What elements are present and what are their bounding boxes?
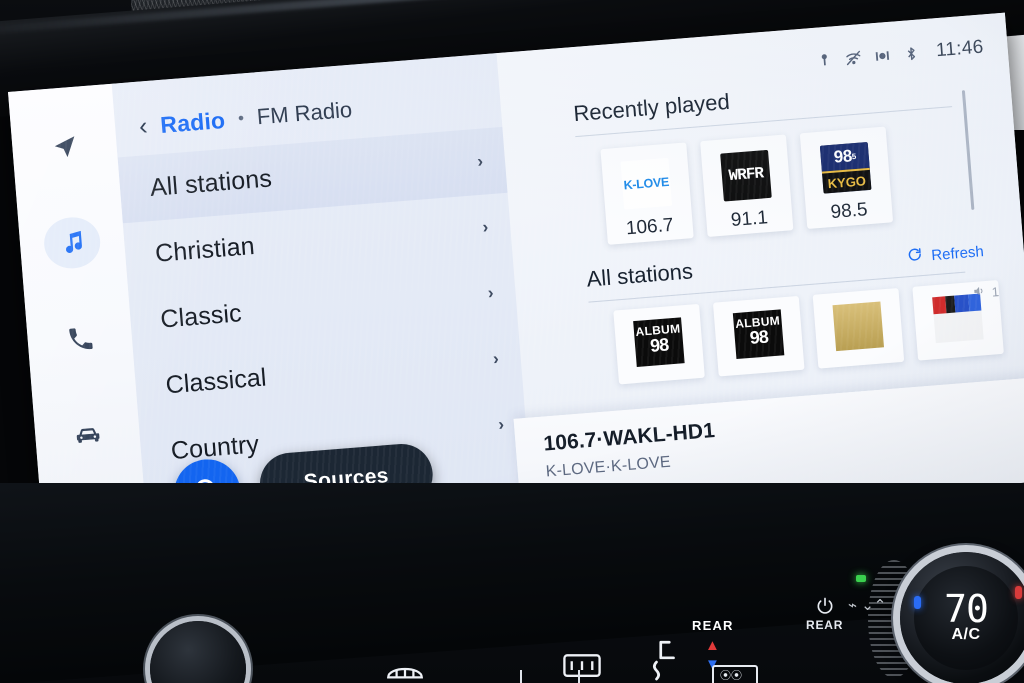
chevron-right-icon: › <box>487 283 495 303</box>
station-logo: WRFR <box>720 149 772 202</box>
logo-bar-blue <box>954 294 970 313</box>
chevron-left-icon[interactable]: ‹ <box>138 112 149 141</box>
infotainment-photo: ‹ Radio • FM Radio All stations › Christ… <box>0 0 1024 683</box>
phone-icon <box>65 325 94 354</box>
sidebar-item-vehicle[interactable] <box>58 408 118 463</box>
chevron-right-icon: › <box>497 414 505 435</box>
volume-icon <box>971 283 987 302</box>
section-title: All stations <box>585 258 694 292</box>
station-logo: 98 5 KYGO <box>819 141 872 194</box>
refresh-icon <box>907 246 925 267</box>
kygo-number: 98 <box>833 146 853 167</box>
rear-temp-label: REAR <box>692 618 734 633</box>
station-tile[interactable]: K-LOVE 106.7 <box>600 142 694 245</box>
list-item-label: Classical <box>164 362 268 399</box>
temperature-display: 70 A/C <box>914 566 1018 670</box>
kygo-decimal: 5 <box>851 151 857 161</box>
station-logo: ALBUM 98 <box>732 309 785 360</box>
navigation-arrow-icon <box>50 132 79 161</box>
temperature-knob[interactable]: 70 A/C <box>900 552 1024 683</box>
airflow-button[interactable] <box>520 670 580 683</box>
car-icon <box>73 421 102 450</box>
station-frequency: 91.1 <box>730 207 769 232</box>
music-note-icon <box>58 228 87 257</box>
ac-label: A/C <box>951 626 981 644</box>
refresh-button[interactable]: Refresh <box>907 241 985 267</box>
key-icon <box>816 51 834 69</box>
station-tile[interactable]: ALBUM 98 <box>613 303 705 385</box>
station-tile[interactable]: WRFR 91.1 <box>700 134 794 237</box>
chevron-right-icon: › <box>476 151 484 171</box>
station-logo <box>832 301 885 352</box>
wifi-off-icon <box>845 49 863 67</box>
sidebar-item-navigation[interactable] <box>35 120 95 175</box>
station-tile[interactable]: 98 5 KYGO 98.5 <box>799 126 894 230</box>
volume-indicator: 1 <box>971 282 1000 302</box>
station-frequency: 98.5 <box>829 199 869 224</box>
wrfr-logo-text: WRFR <box>728 164 764 186</box>
station-frequency: 106.7 <box>625 214 675 240</box>
logo-bar-red <box>932 296 947 315</box>
station-tile[interactable] <box>812 287 905 369</box>
heated-seat-icon <box>648 638 682 681</box>
klove-logo-text: K-LOVE <box>623 174 670 193</box>
album-logo-bottom: 98 <box>749 326 769 348</box>
list-item-label: Classic <box>159 298 243 334</box>
station-logo: K-LOVE <box>620 157 673 210</box>
volume-level: 1 <box>991 283 1000 300</box>
indicator-led-red <box>1015 586 1022 599</box>
sidebar-item-phone[interactable] <box>50 312 110 367</box>
media-icon <box>874 46 892 64</box>
chevron-right-icon: › <box>481 217 489 237</box>
sidebar-item-media[interactable] <box>42 215 103 271</box>
rear-window-button[interactable] <box>712 665 758 683</box>
rear-power-label: REAR <box>806 618 844 632</box>
station-tile[interactable]: ALBUM 98 <box>712 295 805 377</box>
heated-seat-button[interactable] <box>648 638 682 681</box>
breadcrumb-current: FM Radio <box>255 96 353 130</box>
list-item-label: Christian <box>154 231 256 268</box>
chevron-right-icon: › <box>492 348 500 369</box>
kygo-logo-bottom: KYGO <box>821 168 872 194</box>
category-list-pane: ‹ Radio • FM Radio All stations › Christ… <box>111 53 534 553</box>
rear-power-button[interactable]: REAR <box>806 596 843 634</box>
infotainment-screen: ‹ Radio • FM Radio All stations › Christ… <box>8 12 1024 561</box>
clock: 11:46 <box>935 36 985 62</box>
chevron-up-icon[interactable]: ▲ <box>705 637 720 654</box>
refresh-label: Refresh <box>930 242 985 264</box>
power-icon <box>806 596 843 616</box>
indicator-led-green <box>856 575 866 582</box>
front-defrost-button[interactable] <box>384 655 426 683</box>
section-title: Recently played <box>572 88 731 127</box>
front-defrost-icon <box>384 655 426 683</box>
kygo-logo-top: 98 5 <box>819 141 870 173</box>
album-logo-bottom: 98 <box>649 334 669 356</box>
temperature-value: 70 <box>944 586 989 631</box>
station-logo: ALBUM 98 <box>633 317 685 367</box>
indicator-led-blue <box>914 596 921 609</box>
breadcrumb-separator: • <box>237 108 245 128</box>
breadcrumb-parent[interactable]: Radio <box>159 106 226 138</box>
bluetooth-icon <box>902 44 920 62</box>
list-item-label: All stations <box>148 163 273 202</box>
